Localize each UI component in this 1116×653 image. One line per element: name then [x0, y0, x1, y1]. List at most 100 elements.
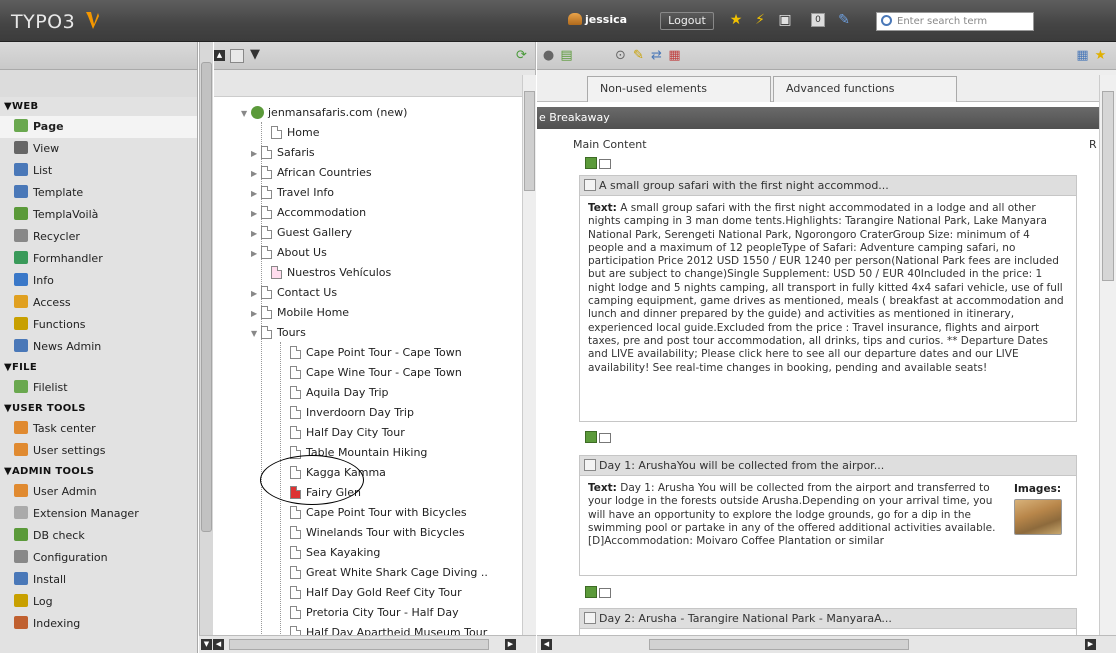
scroll-thumb[interactable] [201, 62, 212, 532]
new-element-icon[interactable] [585, 586, 597, 598]
tree-node-half-day-city-tour[interactable]: Half Day City Tour [290, 423, 405, 443]
expand-right-icon[interactable]: ▶ [251, 204, 261, 224]
search-input[interactable]: Enter search term [876, 12, 1034, 31]
sidebar-item-db-check[interactable]: DB check [0, 525, 197, 547]
tree-node-inverdoorn-day-trip[interactable]: Inverdoorn Day Trip [290, 403, 414, 423]
content-scrollbar[interactable] [1099, 75, 1116, 635]
lion-thumbnail[interactable] [1014, 499, 1062, 535]
tab-non-used-elements[interactable]: Non-used elements [587, 76, 771, 102]
sidebar-item-view[interactable]: View [0, 138, 197, 160]
lightning-icon[interactable]: ⚡ [752, 12, 768, 28]
paste-icon[interactable] [599, 159, 611, 169]
element-header[interactable]: Day 1: ArushaYou will be collected from … [580, 456, 1076, 476]
scroll-down-icon[interactable]: ▼ [201, 639, 212, 650]
sidebar-item-news-admin[interactable]: News Admin [0, 336, 197, 358]
tree-node-table-mountain-hiking[interactable]: Table Mountain Hiking [290, 443, 427, 463]
new-element-icon[interactable] [585, 157, 597, 169]
clipboard-icon[interactable]: ▣ [777, 12, 793, 28]
tree-node-safaris[interactable]: ▶ Safaris [251, 143, 315, 163]
tree-node-mobile-home[interactable]: ▶ Mobile Home [251, 303, 349, 323]
edit-icon[interactable]: ✎ [836, 12, 852, 28]
sidebar-item-install[interactable]: Install [0, 569, 197, 591]
counter-icon[interactable]: 0 [803, 12, 833, 28]
sidebar-item-template[interactable]: Template [0, 182, 197, 204]
edit-page-icon[interactable]: ✎ [631, 48, 646, 63]
tree-node-tours[interactable]: ▼ Tours [251, 323, 306, 343]
sidebar-item-formhandler[interactable]: Formhandler [0, 248, 197, 270]
menu-group-header[interactable]: ▼WEB [0, 97, 197, 116]
add-content-row[interactable] [585, 157, 625, 171]
expand-right-icon[interactable]: ▶ [251, 164, 261, 184]
sidebar-item-configuration[interactable]: Configuration [0, 547, 197, 569]
tree-node-fairy-glen[interactable]: Fairy Glen [290, 483, 361, 503]
history-icon[interactable]: ▦ [667, 48, 682, 63]
tree-node-about-us[interactable]: ▶ About Us [251, 243, 327, 263]
menu-group-header[interactable]: ▼FILE [0, 358, 197, 377]
sidebar-item-templavoil-[interactable]: TemplaVoilà [0, 204, 197, 226]
new-content-icon[interactable]: ▤ [559, 48, 574, 63]
scroll-right-icon[interactable]: ▶ [1085, 639, 1096, 650]
bookmark-icon[interactable]: ★ [1093, 48, 1108, 63]
tree-node-travel-info[interactable]: ▶ Travel Info [251, 183, 334, 203]
page-tree-scrollbar[interactable] [522, 75, 536, 635]
expand-down-icon[interactable]: ▼ [241, 104, 251, 124]
paste-icon[interactable] [599, 433, 611, 443]
filter-icon[interactable]: ▼ [250, 47, 260, 62]
tree-node-home[interactable]: Home [271, 123, 319, 143]
sidebar-item-info[interactable]: Info [0, 270, 197, 292]
paste-icon[interactable] [599, 588, 611, 598]
tree-node-nuestros-veh-culos[interactable]: Nuestros Vehículos [271, 263, 391, 283]
sidebar-item-list[interactable]: List [0, 160, 197, 182]
scroll-right-icon[interactable]: ▶ [505, 639, 516, 650]
tree-node-african-countries[interactable]: ▶ African Countries [251, 163, 372, 183]
scroll-thumb[interactable] [524, 91, 535, 191]
sidebar-item-functions[interactable]: Functions [0, 314, 197, 336]
help-icon[interactable]: ● [541, 48, 556, 63]
content-hscrollbar[interactable]: ◀ ▶ [537, 635, 1116, 653]
scroll-thumb[interactable] [229, 639, 489, 650]
tree-node-guest-gallery[interactable]: ▶ Guest Gallery [251, 223, 352, 243]
sidebar-item-task-center[interactable]: Task center [0, 418, 197, 440]
tree-node-accommodation[interactable]: ▶ Accommodation [251, 203, 366, 223]
sidebar-item-page[interactable]: Page [0, 116, 197, 138]
move-icon[interactable]: ⇄ [649, 48, 664, 63]
sidebar-item-access[interactable]: Access [0, 292, 197, 314]
expand-right-icon[interactable]: ▶ [251, 224, 261, 244]
tree-node-kagga-kamma[interactable]: Kagga Kamma [290, 463, 386, 483]
scroll-thumb[interactable] [649, 639, 909, 650]
content-element[interactable]: Day 1: ArushaYou will be collected from … [579, 455, 1077, 576]
sidebar-item-user-admin[interactable]: User Admin [0, 481, 197, 503]
expand-right-icon[interactable]: ▶ [251, 144, 261, 164]
user-name[interactable]: jessica [568, 13, 627, 26]
page-tree-hscrollbar[interactable]: ▼ ◀ ▶ [199, 635, 536, 653]
expand-right-icon[interactable]: ▶ [251, 284, 261, 304]
new-page-icon[interactable] [230, 49, 244, 63]
menu-group-header[interactable]: ▼USER TOOLS [0, 399, 197, 418]
tree-node-pretoria-city-tour-half-day[interactable]: Pretoria City Tour - Half Day [290, 603, 459, 623]
expand-right-icon[interactable]: ▶ [251, 184, 261, 204]
tree-node-winelands-tour-with-bicycles[interactable]: Winelands Tour with Bicycles [290, 523, 465, 543]
expand-down-icon[interactable]: ▼ [251, 324, 261, 344]
logout-button[interactable]: Logout [660, 12, 714, 30]
sidebar-item-extension-manager[interactable]: Extension Manager [0, 503, 197, 525]
tree-node-aquila-day-trip[interactable]: Aquila Day Trip [290, 383, 389, 403]
tree-root[interactable]: ▼ jenmansafaris.com (new) [241, 103, 407, 123]
content-element[interactable]: A small group safari with the first nigh… [579, 175, 1077, 422]
element-header[interactable]: A small group safari with the first nigh… [580, 176, 1076, 196]
sidebar-item-recycler[interactable]: Recycler [0, 226, 197, 248]
sidebar-item-user-settings[interactable]: User settings [0, 440, 197, 462]
add-content-row[interactable] [585, 431, 625, 445]
tree-node-sea-kayaking[interactable]: Sea Kayaking [290, 543, 380, 563]
tab-advanced-functions[interactable]: Advanced functions [773, 76, 957, 102]
view-icon[interactable]: ⊙ [613, 48, 628, 63]
tree-node-cape-wine-tour-cape-town[interactable]: Cape Wine Tour - Cape Town [290, 363, 462, 383]
new-element-icon[interactable] [585, 431, 597, 443]
star-icon[interactable]: ★ [728, 12, 744, 28]
tree-node-great-white-shark-cage-diving-[interactable]: Great White Shark Cage Diving .. [290, 563, 488, 583]
refresh-icon[interactable]: ⟳ [516, 48, 527, 63]
tree-node-half-day-gold-reef-city-tour[interactable]: Half Day Gold Reef City Tour [290, 583, 462, 603]
element-header[interactable]: Day 2: Arusha - Tarangire National Park … [580, 609, 1076, 629]
expand-right-icon[interactable]: ▶ [251, 304, 261, 324]
sidebar-item-indexing[interactable]: Indexing [0, 613, 197, 635]
collapse-arrow-icon[interactable]: ▲ [214, 50, 225, 61]
